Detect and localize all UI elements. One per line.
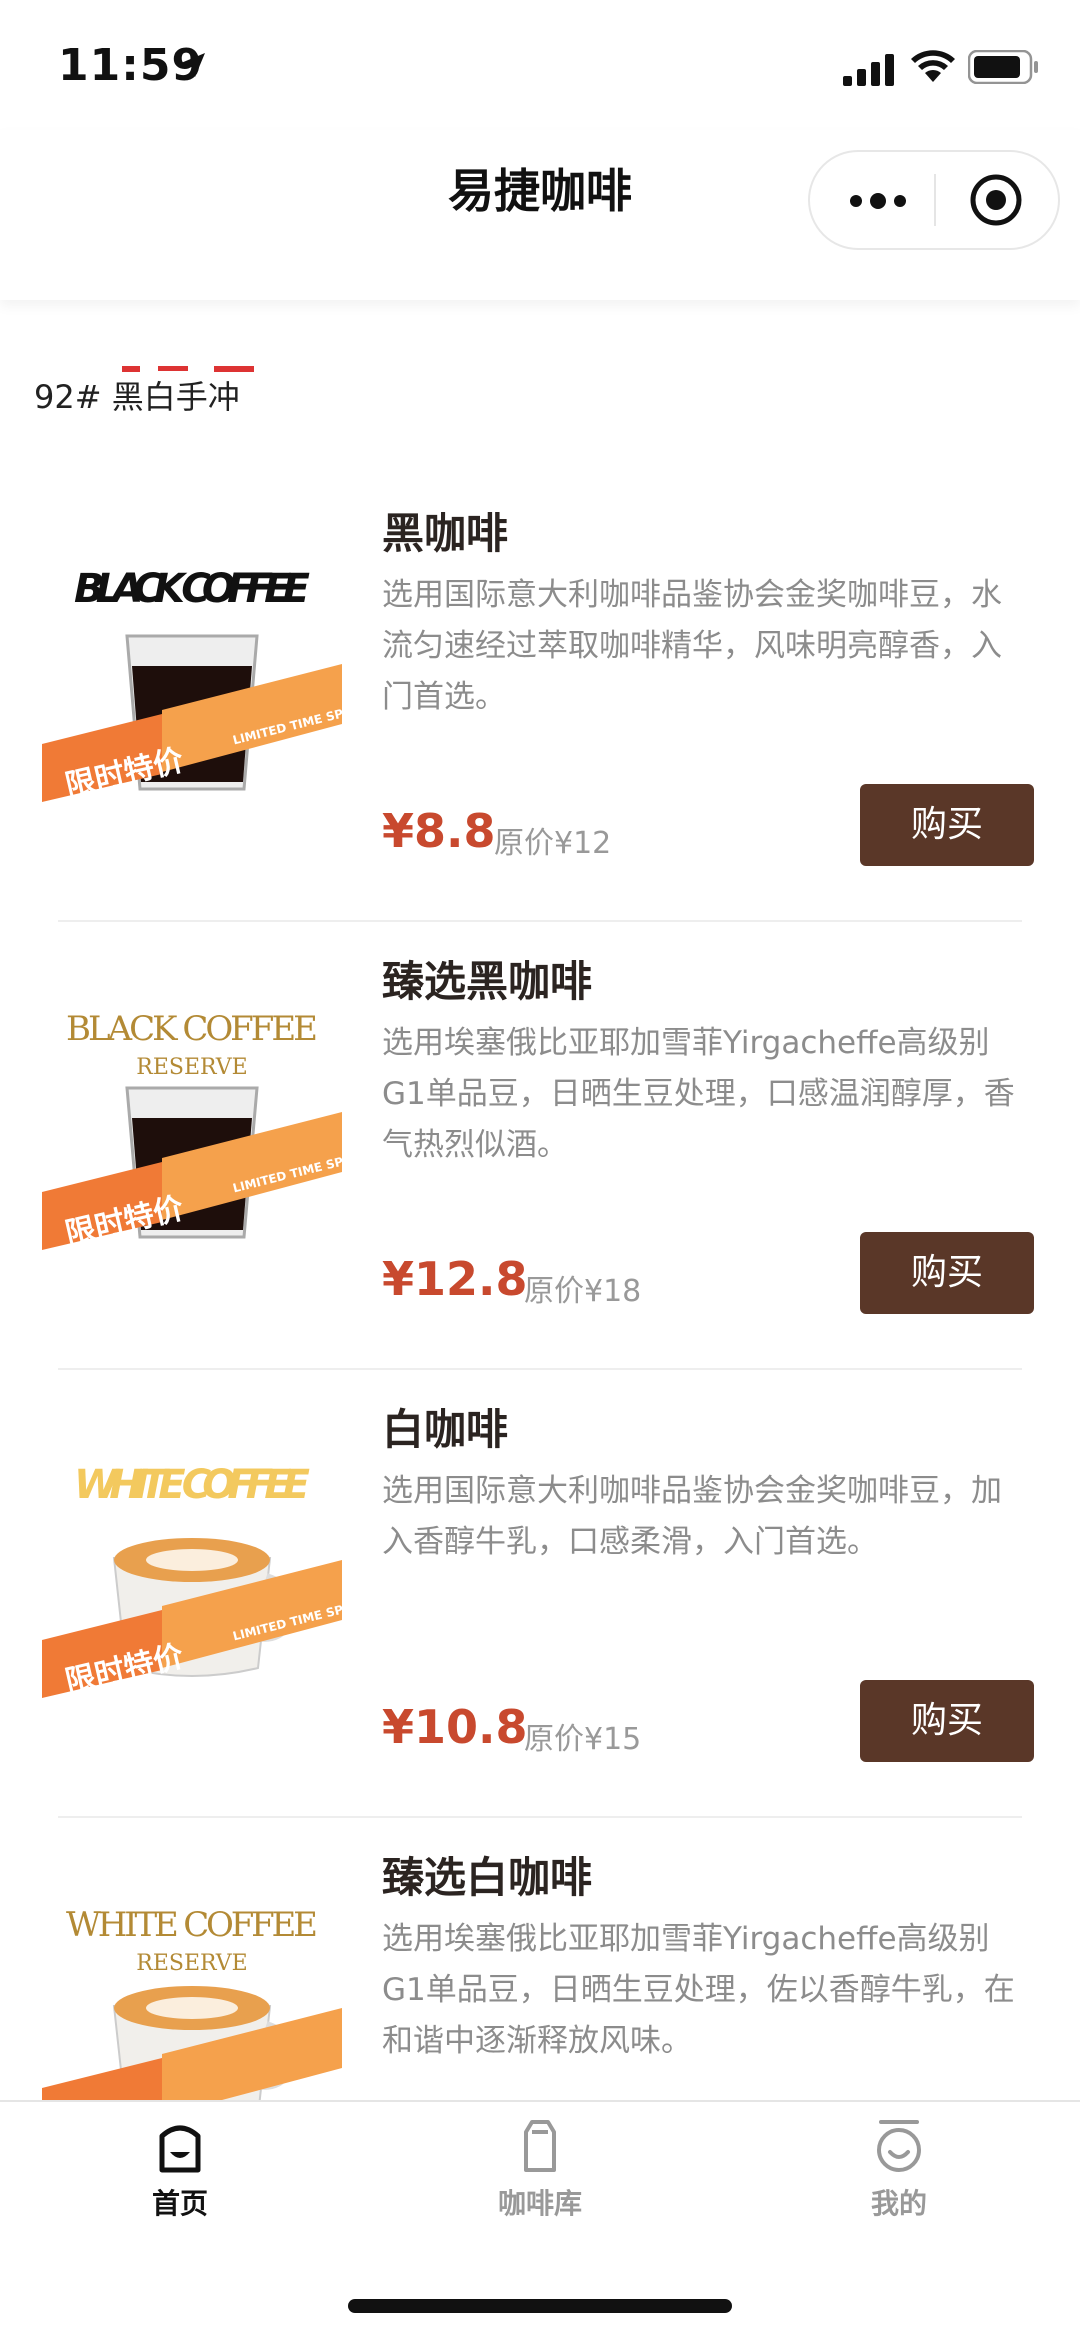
status-bar: 11:59 — [0, 0, 1080, 130]
location-arrow-icon — [181, 53, 205, 77]
buy-button[interactable]: 购买 — [860, 1680, 1034, 1762]
close-program-icon[interactable] — [968, 172, 1024, 228]
product-name: 臻选黑咖啡 — [382, 957, 593, 1006]
product-logo-text: WHITE COFFEE — [74, 1462, 310, 1508]
profile-icon — [877, 2120, 921, 2172]
product-image-black-coffee: BLACK COFFEE 限时特价 LIMITED TIME SPECIAL O… — [42, 566, 342, 804]
tab-label: 首页 — [151, 2187, 208, 2220]
product-description: 选用埃塞俄比亚耶加雪菲Yirgacheffe高级别G1单品豆，日晒生豆处理，口感… — [382, 1025, 1015, 1163]
product-description: 选用埃塞俄比亚耶加雪菲Yirgacheffe高级别G1单品豆，日晒生豆处理，佐以… — [382, 1921, 1015, 2059]
product-name: 黑咖啡 — [382, 509, 509, 558]
product-original-price: 原价¥12 — [494, 826, 612, 861]
product-card: BLACK COFFEE RESERVE 限时特价 LIMITED TIME S… — [0, 922, 1080, 1370]
product-image-white-coffee: WHITE COFFEE 限时特价 LIMITED TIME SPECIAL O… — [42, 1462, 342, 1700]
product-logo-text: BLACK COFFEE — [74, 566, 310, 612]
home-indicator — [348, 2299, 732, 2313]
nav-bar: 易捷咖啡 — [0, 130, 1080, 372]
product-card: WHITE COFFEE 限时特价 LIMITED TIME SPECIAL O… — [0, 1370, 1080, 1818]
tab-label: 咖啡库 — [497, 2187, 582, 2220]
product-description: 选用国际意大利咖啡品鉴协会金奖咖啡豆，水流匀速经过萃取咖啡精华，风味明亮醇香，入… — [382, 577, 1002, 715]
product-original-price: 原价¥15 — [524, 1722, 642, 1757]
section-title: 92# 黑白手冲 — [34, 378, 240, 416]
tab-profile[interactable]: 我的 — [809, 2118, 989, 2222]
product-image-white-coffee-reserve: WHITE COFFEE RESERVE — [42, 1905, 342, 2100]
wifi-icon — [911, 50, 955, 82]
capsule-divider — [934, 174, 936, 226]
product-name: 臻选白咖啡 — [382, 1853, 593, 1902]
product-card: WHITE COFFEE RESERVE 臻选白咖啡 选用埃塞俄比亚耶加雪菲Yi… — [0, 1818, 1080, 2100]
product-original-price: 原价¥18 — [524, 1274, 642, 1309]
product-logo-text: BLACK COFFEE — [66, 1009, 318, 1049]
home-icon — [159, 2125, 201, 2173]
coffee-library-icon — [524, 2120, 556, 2172]
tab-home[interactable]: 首页 — [90, 2118, 270, 2222]
mini-program-capsule — [808, 150, 1060, 250]
product-price: ¥8.8 — [382, 804, 496, 858]
buy-button[interactable]: 购买 — [860, 1232, 1034, 1314]
tab-coffee-library[interactable]: 咖啡库 — [450, 2118, 630, 2222]
product-logo-subtext: RESERVE — [136, 1951, 247, 1976]
tab-label: 我的 — [870, 2187, 927, 2220]
cellular-signal-icon — [843, 54, 894, 86]
product-image-black-coffee-reserve: BLACK COFFEE RESERVE 限时特价 LIMITED TIME S… — [42, 1009, 342, 1252]
product-card: BLACK COFFEE 限时特价 LIMITED TIME SPECIAL O… — [0, 474, 1080, 922]
buy-button[interactable]: 购买 — [860, 784, 1034, 866]
product-price: ¥12.8 — [382, 1252, 528, 1306]
product-name: 白咖啡 — [382, 1405, 509, 1454]
product-logo-text: WHITE COFFEE — [66, 1905, 318, 1945]
product-price: ¥10.8 — [382, 1700, 528, 1754]
product-logo-subtext: RESERVE — [136, 1055, 247, 1080]
more-icon[interactable] — [846, 186, 910, 216]
battery-icon — [968, 50, 1038, 84]
product-description: 选用国际意大利咖啡品鉴协会金奖咖啡豆，加入香醇牛乳，口感柔滑，入门首选。 — [382, 1473, 1002, 1560]
